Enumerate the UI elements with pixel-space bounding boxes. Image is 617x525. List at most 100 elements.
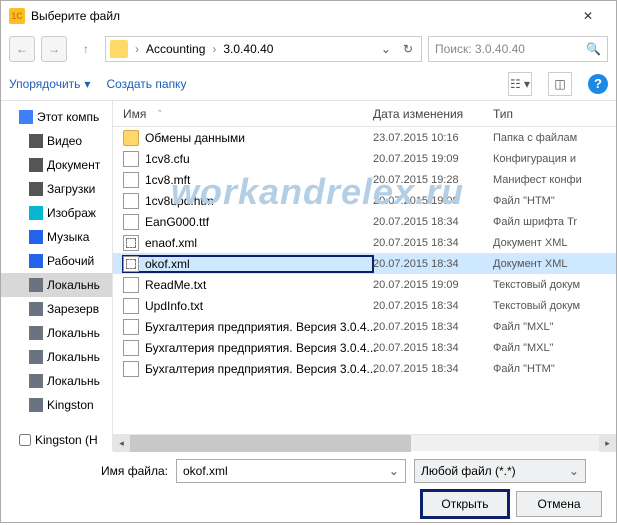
checkbox[interactable]: [19, 434, 31, 446]
file-row[interactable]: okof.xml20.07.2015 18:34Документ XML: [113, 253, 616, 274]
file-name: UpdInfo.txt: [145, 299, 203, 313]
mxl-icon: [123, 340, 139, 356]
scroll-track[interactable]: [130, 435, 599, 452]
chevron-down-icon[interactable]: ⌄: [377, 42, 395, 56]
file-name: Бухгалтерия предприятия. Версия 3.0.4...: [145, 320, 377, 334]
file-type: Манифест конфи: [493, 174, 616, 186]
file-name: Бухгалтерия предприятия. Версия 3.0.4...: [145, 362, 377, 376]
refresh-icon[interactable]: ↻: [399, 42, 417, 56]
file-type: Документ XML: [493, 237, 616, 249]
nav-up-button[interactable]: ↑: [73, 36, 99, 62]
column-type-header[interactable]: Тип: [493, 107, 616, 121]
file-type: Текстовый докум: [493, 300, 616, 312]
cancel-button[interactable]: Отмена: [516, 491, 602, 517]
file-type: Файл шрифта Tr: [493, 216, 616, 228]
file-row[interactable]: Бухгалтерия предприятия. Версия 3.0.4...…: [113, 337, 616, 358]
sidebar-item[interactable]: Видео: [1, 129, 112, 153]
chevron-down-icon[interactable]: ⌄: [389, 464, 399, 478]
file-list: Имя ˆ Дата изменения Тип Обмены данными2…: [113, 101, 616, 451]
chevron-right-icon: ›: [209, 42, 219, 56]
file-row[interactable]: Обмены данными23.07.2015 10:16Папка с фа…: [113, 127, 616, 148]
sidebar-item[interactable]: Локальнь: [1, 273, 112, 297]
chevron-down-icon: ▾: [84, 77, 90, 91]
file-date: 20.07.2015 19:09: [373, 153, 493, 165]
img-icon: [29, 206, 43, 220]
help-button[interactable]: ?: [588, 74, 608, 94]
column-headers: Имя ˆ Дата изменения Тип: [113, 101, 616, 127]
file-type: Файл "MXL": [493, 321, 616, 333]
sidebar-item[interactable]: Локальнь: [1, 321, 112, 345]
horizontal-scrollbar[interactable]: ◂ ▸: [113, 434, 616, 451]
sidebar-item[interactable]: Изображ: [1, 201, 112, 225]
file-name: 1cv8.mft: [145, 173, 190, 187]
column-label: Имя: [123, 107, 146, 121]
search-input[interactable]: Поиск: 3.0.40.40 🔍: [428, 36, 608, 62]
column-date-header[interactable]: Дата изменения: [373, 107, 493, 121]
nav-bar: ← → ↑ › Accounting › 3.0.40.40 ⌄ ↻ Поиск…: [1, 31, 616, 67]
file-type: Папка с файлам: [493, 132, 616, 144]
file-row[interactable]: UpdInfo.txt20.07.2015 18:34Текстовый док…: [113, 295, 616, 316]
scroll-thumb[interactable]: [130, 435, 411, 452]
sidebar-item-label: Изображ: [47, 206, 96, 220]
file-row[interactable]: ReadMe.txt20.07.2015 19:09Текстовый доку…: [113, 274, 616, 295]
file-name: ReadMe.txt: [145, 278, 206, 292]
cfg-icon: [123, 172, 139, 188]
file-row[interactable]: 1cv8.mft20.07.2015 19:28Манифест конфи: [113, 169, 616, 190]
sidebar-item-label: Локальнь: [47, 374, 100, 388]
sidebar-item[interactable]: Kingston: [1, 393, 112, 417]
down-icon: [29, 182, 43, 196]
sidebar-item[interactable]: Зарезерв: [1, 297, 112, 321]
file-date: 20.07.2015 18:34: [373, 237, 493, 249]
navigation-pane: Этот компьВидеоДокументЗагрузки Изображ Му…: [1, 101, 113, 451]
file-name: enaof.xml: [145, 236, 197, 250]
address-bar[interactable]: › Accounting › 3.0.40.40 ⌄ ↻: [105, 36, 422, 62]
close-button[interactable]: ✕: [568, 1, 608, 31]
sidebar-item-label: Зарезерв: [47, 302, 99, 316]
desk-icon: [29, 254, 43, 268]
sidebar-item[interactable]: Музыка: [1, 225, 112, 249]
scroll-right-button[interactable]: ▸: [599, 435, 616, 452]
breadcrumb-item[interactable]: Accounting: [144, 42, 207, 56]
file-row[interactable]: enaof.xml 20.07.2015 18:34Документ XML: [113, 232, 616, 253]
organize-button[interactable]: Упорядочить ▾: [9, 77, 90, 91]
footer: Имя файла: okof.xml ⌄ Любой файл (*.*) ⌄…: [1, 451, 616, 525]
disk-icon: [29, 326, 43, 340]
sidebar-item-label: Локальнь: [47, 350, 100, 364]
file-type: Файл "HTM": [493, 195, 616, 207]
file-row[interactable]: EanG000.ttf20.07.2015 18:34Файл шрифта T…: [113, 211, 616, 232]
sidebar-item[interactable]: Документ: [1, 153, 112, 177]
toolbar: Упорядочить ▾ Создать папку ☷ ▾ ◫ ?: [1, 67, 616, 101]
titlebar: 1C Выберите файл ✕: [1, 1, 616, 31]
preview-pane-button[interactable]: ◫: [548, 72, 572, 96]
file-row[interactable]: Бухгалтерия предприятия. Версия 3.0.4...…: [113, 316, 616, 337]
scroll-left-button[interactable]: ◂: [113, 435, 130, 452]
sidebar-item[interactable]: Рабочий: [1, 249, 112, 273]
nav-forward-button[interactable]: →: [41, 36, 67, 62]
file-date: 20.07.2015 18:34: [373, 321, 493, 333]
column-name-header[interactable]: Имя ˆ: [123, 107, 373, 121]
file-name: Бухгалтерия предприятия. Версия 3.0.4...: [145, 341, 377, 355]
new-folder-button[interactable]: Создать папку: [106, 77, 186, 91]
filename-input[interactable]: okof.xml ⌄: [176, 459, 406, 483]
open-button[interactable]: Открыть: [422, 491, 508, 517]
file-date: 20.07.2015 18:34: [373, 258, 493, 270]
footer-sidebar-item[interactable]: Kingston (H: [1, 427, 112, 447]
sidebar-item[interactable]: Локальнь: [1, 369, 112, 393]
sidebar-item[interactable]: Этот компь: [1, 105, 112, 129]
file-type: Текстовый докум: [493, 279, 616, 291]
cfg-icon: [123, 151, 139, 167]
chevron-down-icon[interactable]: ⌄: [569, 464, 579, 478]
breadcrumb-item[interactable]: 3.0.40.40: [221, 42, 275, 56]
nav-back-button[interactable]: ←: [9, 36, 35, 62]
file-date: 20.07.2015 18:34: [373, 342, 493, 354]
sidebar-item[interactable]: Локальнь: [1, 345, 112, 369]
filetype-select[interactable]: Любой файл (*.*) ⌄: [414, 459, 586, 483]
app-icon: 1C: [9, 8, 25, 24]
sidebar-item[interactable]: Загрузки: [1, 177, 112, 201]
file-row[interactable]: Бухгалтерия предприятия. Версия 3.0.4...…: [113, 358, 616, 379]
xml-icon: [123, 256, 139, 272]
docs-icon: [29, 158, 43, 172]
file-row[interactable]: 1cv8upd.htm20.07.2015 19:09Файл "HTM": [113, 190, 616, 211]
file-row[interactable]: 1cv8.cfu20.07.2015 19:09Конфигурация и: [113, 148, 616, 169]
view-mode-button[interactable]: ☷ ▾: [508, 72, 532, 96]
